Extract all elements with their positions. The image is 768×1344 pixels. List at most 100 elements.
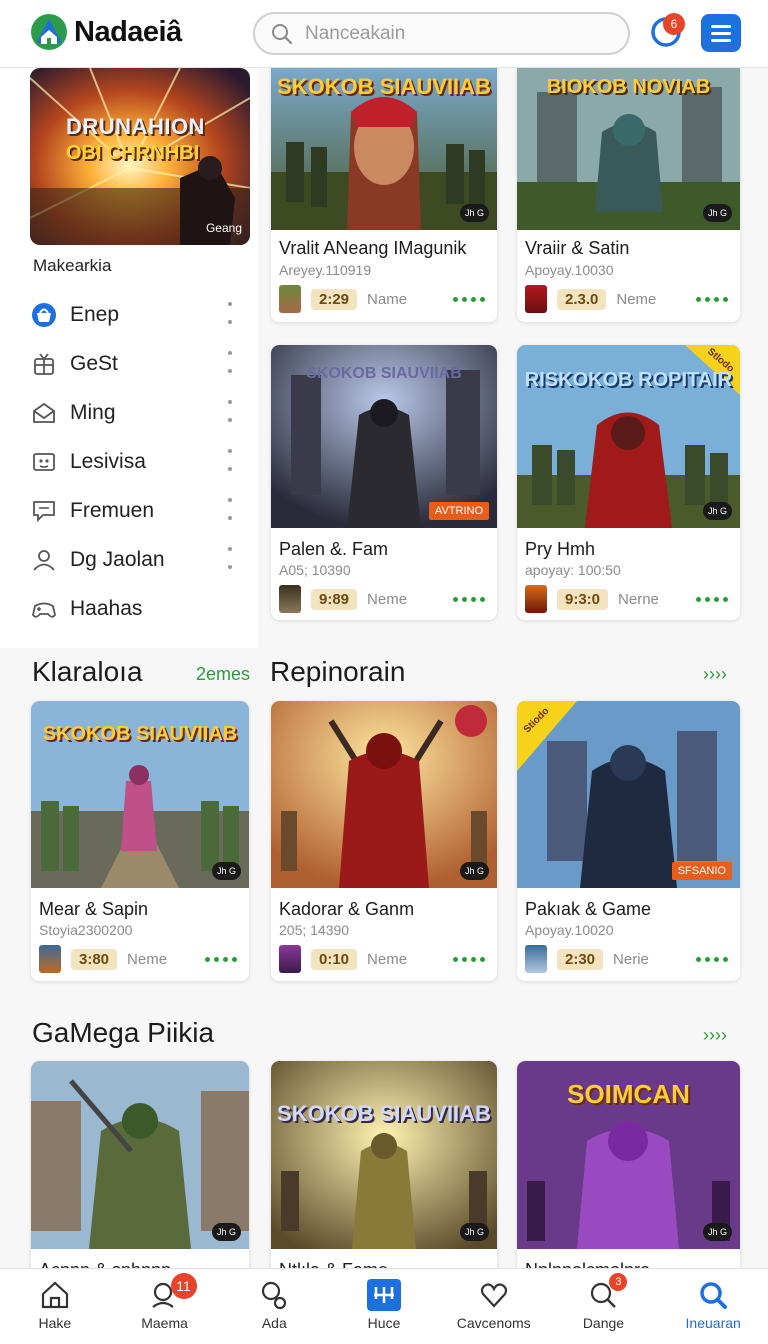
game-card[interactable]: SKOKOB SIAUVIIAB AVTRINO Palen &. Fam A0… [271,345,497,620]
sidebar-item-label: GeSt [70,351,118,375]
game-thumbnail: RISKOKOB ROPITAIR Stlodo Jh G [517,345,740,528]
nav-item-maema[interactable]: 11 Maema [110,1269,220,1344]
more-options-icon[interactable] [227,547,233,569]
more-options-icon[interactable] [453,296,485,302]
game-thumbnail: BIOKOB NOVIAB Jh G [517,52,740,230]
game-card[interactable]: SKOKOB SIAUVIIAB Jh G Ntlıla & Fame [271,1061,497,1291]
game-art-title: SKOKOB SIAUVIIAB [42,723,238,745]
game-mini-thumbnail [279,285,301,313]
game-version-pill: 2:30 [557,948,604,970]
nav-item-ineuaran[interactable]: Ineuaran [658,1269,768,1344]
nav-item-ada[interactable]: Ada [219,1269,329,1344]
sidebar-item-dg-jaolan[interactable]: Dg Jaolan [30,535,245,584]
search-icon [272,23,293,44]
gamepad-icon [30,595,58,623]
game-thumbnail: SKOKOB SIAUVIIAB Jh G [271,1061,497,1249]
sidebar-item-label: Enep [70,302,120,326]
game-card[interactable]: Jh G Acnnn & snhnnn [31,1061,249,1291]
nav-label: Ineuaran [685,1315,741,1331]
more-options-icon[interactable] [227,498,233,520]
game-mini-thumbnail [279,945,301,973]
chat-icon [30,497,58,525]
game-art-title: SKOKOB SIAUVIIAB [277,74,491,99]
section-title-gamega-piikia: GaMega Piikia [32,1017,215,1048]
game-publisher: Neme [367,590,408,608]
brand-title[interactable]: Nadaeiâ [74,16,182,49]
more-options-icon[interactable] [227,449,233,471]
game-publisher: Nerne [618,590,659,608]
more-options-icon[interactable] [696,956,728,962]
game-publisher: Name [367,290,408,308]
game-card[interactable]: SKOKOB SIAUVIIAB Jh G Mear & Sapin Stoyi… [31,701,249,981]
game-title: Mear & Sapin [39,899,149,919]
featured-banner-title[interactable]: Makearkia [33,256,111,276]
more-options-icon[interactable] [696,596,728,602]
bottom-navigation: Hake 11 Maema Ada Huce Cavcenoms 3 Dange [0,1268,768,1344]
nav-badge: 3 [609,1273,628,1291]
menu-bar [711,38,731,42]
nav-item-hake[interactable]: Hake [0,1269,110,1344]
nav-item-cavcenoms[interactable]: Cavcenoms [439,1269,549,1344]
featured-banner-heading: DRUNAHION [66,114,205,139]
game-card[interactable]: RISKOKOB ROPITAIR Stlodo Jh G Pry Hmh ap… [517,345,740,620]
heart-icon [480,1283,507,1308]
nav-badge: 11 [170,1273,197,1299]
search-bar[interactable]: Nanceakain [253,12,630,55]
sidebar-item-fremuen[interactable]: Fremuen [30,486,245,535]
sidebar-item-ming[interactable]: Ming [30,388,245,437]
game-mini-thumbnail [279,585,301,613]
menu-bar [711,24,731,28]
game-card[interactable]: SKOKOB SIAUVIIAB Jh G Vralit ANeang IMag… [271,52,497,322]
game-meta-row: 2.3.0 Neme [525,284,732,314]
more-options-icon[interactable] [227,302,233,324]
game-title: Palen &. Fam [279,539,389,559]
game-thumbnail: SOIMCAN Jh G [517,1061,740,1249]
more-options-icon[interactable] [453,596,485,602]
search-key-icon [262,1281,287,1310]
menu-button[interactable] [701,14,741,52]
more-options-icon[interactable] [227,351,233,373]
more-options-icon[interactable] [696,296,728,302]
rating-badge: Jh G [211,1223,241,1241]
sidebar-item-lesivisa[interactable]: Lesivisa [30,437,245,486]
game-meta-row: 3:80 Neme [39,944,241,974]
more-options-icon[interactable] [453,956,485,962]
featured-banner-subheading: OBI CHRNHBI [66,142,200,164]
game-publisher: Neme [616,290,657,308]
section-see-all-arrow[interactable]: ›››› [703,664,727,685]
game-thumbnail: SKOKOB SIAUVIIAB Jh G [271,52,497,230]
game-version-pill: 2:29 [311,288,358,310]
picture-icon [30,448,58,476]
section-link-games[interactable]: 2emes [196,664,250,685]
sidebar-item-haahas[interactable]: Haahas [30,584,245,633]
app-logo-icon[interactable] [30,13,68,51]
sidebar-item-enep[interactable]: Enep [30,290,245,339]
game-card[interactable]: BIOKOB NOVIAB Jh G Vraiir & Satin Apoyay… [517,52,740,322]
game-subtitle: 205; 14390 [279,922,350,938]
game-subtitle: Apoyay.10030 [525,262,614,278]
section-see-all-arrow[interactable]: ›››› [703,1025,727,1046]
nav-item-huce[interactable]: Huce [329,1269,439,1344]
rating-badge: Jh G [702,204,732,222]
nav-label: Cavcenoms [456,1315,531,1331]
rating-badge: Jh G [459,862,489,880]
featured-banner[interactable]: DRUNAHION OBI CHRNHBI Geang [30,68,250,245]
more-options-icon[interactable] [205,956,237,962]
sidebar-item-gest[interactable]: GeSt [30,339,245,388]
nav-item-dange[interactable]: 3 Dange [549,1269,659,1344]
game-meta-row: 0:10 Neme [279,944,489,974]
game-card[interactable]: Jh G Kadorar & Ganm 205; 14390 0:10 Neme [271,701,497,981]
game-thumbnail: Stiodo SFSANIO [517,701,740,888]
game-title: Vraiir & Satin [525,238,630,258]
sidebar-item-label: Ming [70,400,116,424]
game-thumbnail: SKOKOB SIAUVIIAB AVTRINO [271,345,497,528]
game-card[interactable]: SOIMCAN Jh G Nnlnnolcmolnro [517,1061,740,1291]
search-input[interactable]: Nanceakain [305,23,405,45]
sidebar-item-label: Lesivisa [70,449,146,473]
game-version-pill: 9:89 [311,588,358,610]
game-mini-thumbnail [525,945,547,973]
more-options-icon[interactable] [227,400,233,422]
nav-label: Maema [141,1315,188,1331]
game-version-pill: 3:80 [71,948,118,970]
game-card[interactable]: Stiodo SFSANIO Pakıak & Game Apoyay.1002… [517,701,740,981]
